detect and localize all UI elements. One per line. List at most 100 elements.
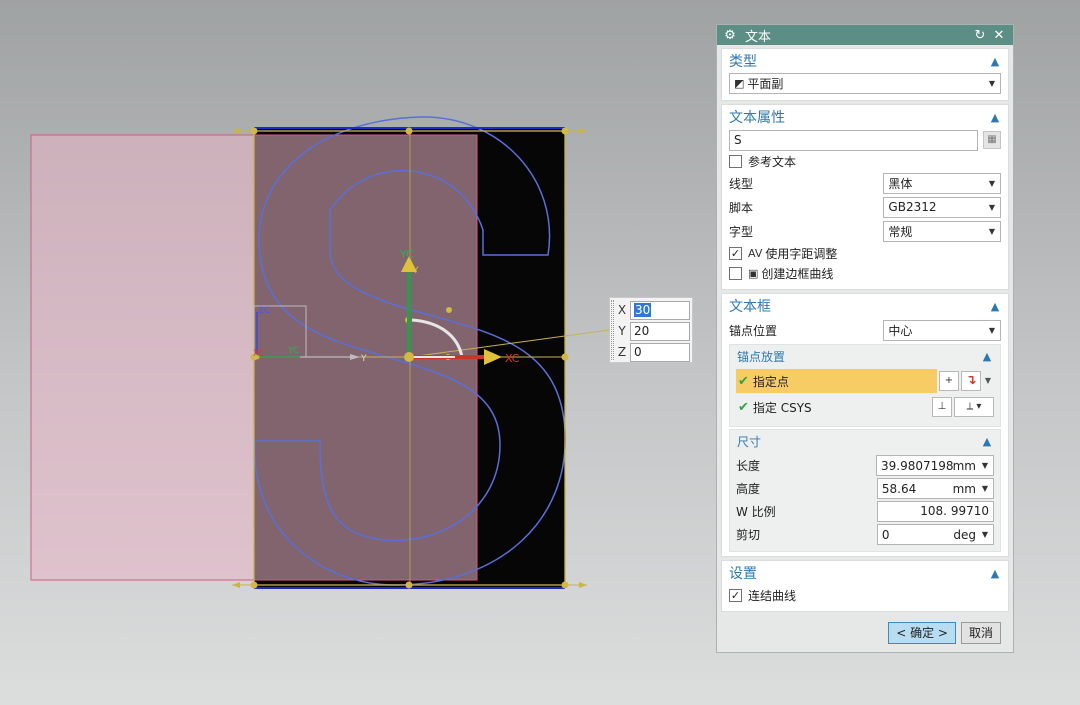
csys-type-icon[interactable]: ⟂ ▾ bbox=[954, 397, 994, 417]
anchor-placement-title: 锚点放置 bbox=[737, 349, 786, 364]
type-section-header[interactable]: 类型 ▲ bbox=[722, 49, 1008, 73]
chevron-down-icon: ▼ bbox=[981, 461, 989, 470]
join-curves-checkbox[interactable]: ✓ bbox=[729, 588, 742, 602]
anchor-placement-header[interactable]: 锚点放置 ▲ bbox=[730, 345, 1000, 367]
y-label: Y bbox=[618, 324, 626, 338]
kerning-label: 使用字距调整 bbox=[765, 246, 838, 261]
chevron-down-icon: ▼ bbox=[988, 202, 996, 212]
popup-drag-handle[interactable] bbox=[611, 300, 614, 360]
chevron-down-icon: ▼ bbox=[988, 178, 996, 188]
reference-text-checkbox-row[interactable]: 参考文本 bbox=[729, 151, 1001, 171]
specify-point-row[interactable]: ✔ 指定点 + ↴ ▼ bbox=[736, 369, 994, 393]
height-label: 高度 bbox=[736, 482, 761, 496]
type-section: 类型 ▲ ◩ 平面副 ▼ bbox=[721, 48, 1009, 101]
text-frame-section: 文本框 ▲ 锚点位置 中心 ▼ 锚点放置 ▲ ✔ 指定点 + ↴ ▼ ✔ 指定 … bbox=[721, 293, 1009, 557]
type-select[interactable]: ◩ 平面副 ▼ bbox=[729, 73, 1001, 94]
text-properties-section: 文本属性 ▲ S ▦ 参考文本 线型 黑体 ▼ 脚本 GB2312 ▼ 字型 常… bbox=[721, 104, 1009, 290]
planar-text-icon: ◩ bbox=[734, 77, 745, 90]
zc-axis-label: ZC bbox=[258, 306, 270, 316]
border-box-icon: ▣ bbox=[748, 266, 759, 280]
chevron-down-icon: ▼ bbox=[988, 325, 996, 335]
collapse-caret-icon[interactable]: ▲ bbox=[988, 300, 1002, 313]
settings-header[interactable]: 设置 ▲ bbox=[722, 561, 1008, 585]
collapse-caret-icon[interactable]: ▲ bbox=[980, 435, 994, 448]
z-coordinate-input[interactable]: 0 bbox=[630, 342, 690, 362]
chevron-down-icon[interactable]: ▼ bbox=[982, 371, 994, 391]
text-string-input[interactable]: S bbox=[729, 129, 978, 151]
x-coordinate-input[interactable]: 30 bbox=[630, 300, 690, 320]
x-label: X bbox=[617, 303, 627, 317]
check-icon: ✔ bbox=[738, 373, 749, 389]
dimensions-header[interactable]: 尺寸 ▲ bbox=[730, 430, 1000, 452]
length-label: 长度 bbox=[736, 459, 761, 473]
w-scale-label: W 比例 bbox=[736, 505, 776, 519]
line-type-label: 线型 bbox=[729, 176, 754, 191]
chevron-down-icon: ▼ bbox=[988, 79, 996, 88]
dimensions-subsection: 尺寸 ▲ 长度 39.9807198 mm ▼ 高度 58.64 mm ▼ W … bbox=[729, 429, 1001, 552]
kerning-checkbox-row[interactable]: ✓ AV 使用字距调整 bbox=[729, 243, 1001, 263]
xc-small-label: XC bbox=[253, 349, 265, 359]
cancel-button[interactable]: 取消 bbox=[960, 622, 1001, 644]
chevron-down-icon: ▼ bbox=[981, 530, 989, 539]
text-frame-title: 文本框 bbox=[729, 299, 771, 315]
dimensions-title: 尺寸 bbox=[737, 434, 762, 449]
shear-label: 剪切 bbox=[736, 528, 761, 542]
height-input[interactable]: 58.64 mm ▼ bbox=[876, 478, 994, 499]
border-curve-checkbox[interactable] bbox=[729, 266, 742, 280]
collapse-caret-icon[interactable]: ▲ bbox=[988, 567, 1002, 580]
specify-point-label: 指定点 bbox=[752, 374, 789, 389]
check-icon: ✔ bbox=[738, 399, 749, 415]
inferred-point-icon[interactable]: ↴ bbox=[961, 371, 981, 391]
anchor-position-select[interactable]: 中心 ▼ bbox=[883, 319, 1001, 341]
reference-text-checkbox[interactable] bbox=[729, 154, 742, 168]
y-small-label: Y bbox=[360, 354, 367, 364]
kerning-checkbox[interactable]: ✓ bbox=[729, 246, 742, 260]
settings-title: 设置 bbox=[729, 566, 757, 582]
join-curves-label: 连结曲线 bbox=[748, 588, 797, 603]
coordinate-input-popup: X 30 Y 20 Z 0 bbox=[609, 297, 693, 363]
settings-section: 设置 ▲ ✓ 连结曲线 bbox=[721, 560, 1009, 612]
collapse-caret-icon[interactable]: ▲ bbox=[980, 350, 994, 363]
shear-input[interactable]: 0 deg ▼ bbox=[876, 524, 994, 545]
script-label: 脚本 bbox=[729, 200, 754, 215]
kerning-icon: AV bbox=[748, 246, 763, 260]
font-style-select[interactable]: 常规 ▼ bbox=[883, 220, 1001, 242]
length-input[interactable]: 39.9807198 mm ▼ bbox=[876, 455, 994, 476]
w-scale-input[interactable]: 108. 99710 bbox=[876, 501, 994, 522]
reset-icon[interactable]: ↻ bbox=[972, 28, 988, 43]
type-section-title: 类型 bbox=[729, 54, 757, 70]
text-dialog: ⚙ 文本 ↻ ✕ 类型 ▲ ◩ 平面副 ▼ 文本属性 ▲ S ▦ 参考文本 线型… bbox=[716, 24, 1014, 653]
collapse-caret-icon[interactable]: ▲ bbox=[988, 111, 1002, 124]
close-icon[interactable]: ✕ bbox=[991, 28, 1007, 43]
csys-dialog-icon[interactable]: ⊥ bbox=[932, 397, 952, 417]
border-curve-label: 创建边框曲线 bbox=[761, 266, 834, 281]
yc-small-label: YC bbox=[287, 346, 299, 356]
y-axis-label: Y bbox=[412, 266, 419, 276]
anchor-placement-subsection: 锚点放置 ▲ ✔ 指定点 + ↴ ▼ ✔ 指定 CSYS ⊥ ⟂ ▾ bbox=[729, 344, 1001, 427]
line-type-select[interactable]: 黑体 ▼ bbox=[883, 172, 1001, 194]
dialog-title: 文本 bbox=[745, 29, 772, 45]
chevron-down-icon: ▼ bbox=[988, 226, 996, 236]
z-label: Z bbox=[617, 345, 627, 359]
ok-button[interactable]: < 确定 > bbox=[888, 622, 956, 644]
specify-csys-row[interactable]: ✔ 指定 CSYS ⊥ ⟂ ▾ bbox=[736, 395, 994, 419]
y-coordinate-input[interactable]: 20 bbox=[630, 321, 690, 341]
text-properties-title: 文本属性 bbox=[729, 110, 785, 126]
xc-axis-label: XC bbox=[505, 352, 520, 365]
specify-csys-label: 指定 CSYS bbox=[752, 400, 812, 415]
text-frame-header[interactable]: 文本框 ▲ bbox=[722, 294, 1008, 318]
reference-text-label: 参考文本 bbox=[748, 154, 797, 169]
collapse-caret-icon[interactable]: ▲ bbox=[988, 55, 1002, 68]
join-curves-checkbox-row[interactable]: ✓ 连结曲线 bbox=[729, 585, 1001, 605]
gear-icon[interactable]: ⚙ bbox=[723, 28, 737, 43]
chevron-down-icon: ▼ bbox=[981, 484, 989, 493]
graphics-viewport[interactable]: YC Y XC ZC XC YC Y X 30 Y 20 Z 0 bbox=[0, 0, 712, 705]
font-style-label: 字型 bbox=[729, 224, 754, 239]
anchor-position-label: 锚点位置 bbox=[729, 323, 778, 338]
border-curve-checkbox-row[interactable]: ▣ 创建边框曲线 bbox=[729, 263, 1001, 283]
character-map-icon[interactable]: ▦ bbox=[983, 131, 1001, 149]
dialog-titlebar[interactable]: ⚙ 文本 ↻ ✕ bbox=[717, 25, 1013, 45]
script-select[interactable]: GB2312 ▼ bbox=[883, 196, 1001, 218]
text-properties-header[interactable]: 文本属性 ▲ bbox=[722, 105, 1008, 129]
point-dialog-icon[interactable]: + bbox=[939, 371, 959, 391]
